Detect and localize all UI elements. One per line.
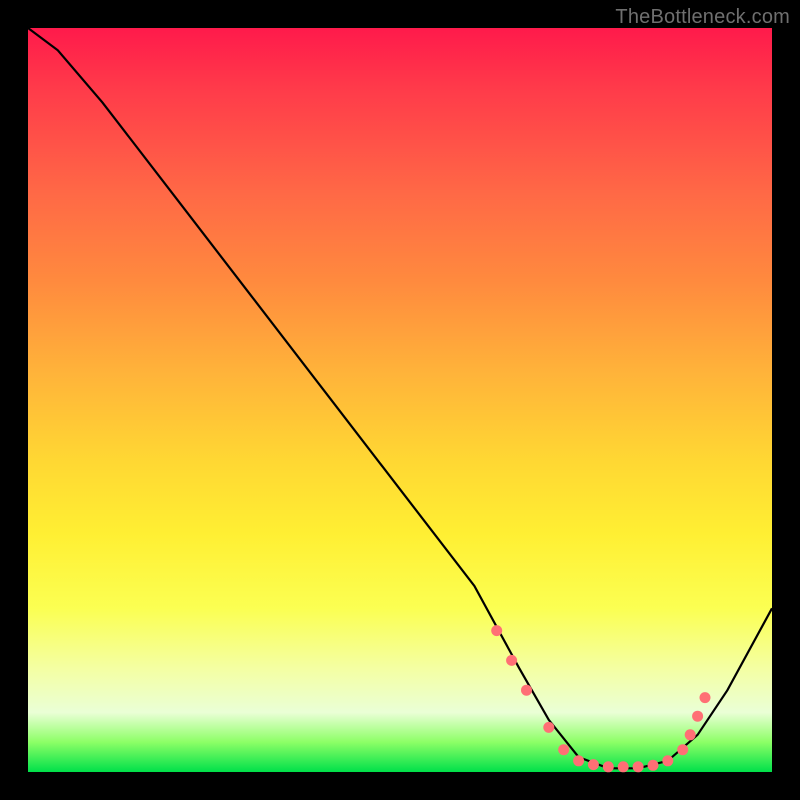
- marker-dot: [677, 744, 688, 755]
- marker-dot: [692, 711, 703, 722]
- marker-dots: [491, 625, 710, 772]
- marker-dot: [648, 760, 659, 771]
- marker-dot: [491, 625, 502, 636]
- marker-dot: [633, 761, 644, 772]
- chart-svg: [28, 28, 772, 772]
- bottleneck-curve: [28, 28, 772, 768]
- plot-area: [28, 28, 772, 772]
- watermark-text: TheBottleneck.com: [615, 6, 790, 29]
- marker-dot: [700, 692, 711, 703]
- marker-dot: [506, 655, 517, 666]
- marker-dot: [618, 761, 629, 772]
- marker-dot: [558, 744, 569, 755]
- marker-dot: [662, 755, 673, 766]
- marker-dot: [603, 761, 614, 772]
- marker-dot: [573, 755, 584, 766]
- marker-dot: [685, 729, 696, 740]
- marker-dot: [588, 759, 599, 770]
- chart-frame: TheBottleneck.com: [0, 0, 800, 800]
- marker-dot: [521, 685, 532, 696]
- marker-dot: [543, 722, 554, 733]
